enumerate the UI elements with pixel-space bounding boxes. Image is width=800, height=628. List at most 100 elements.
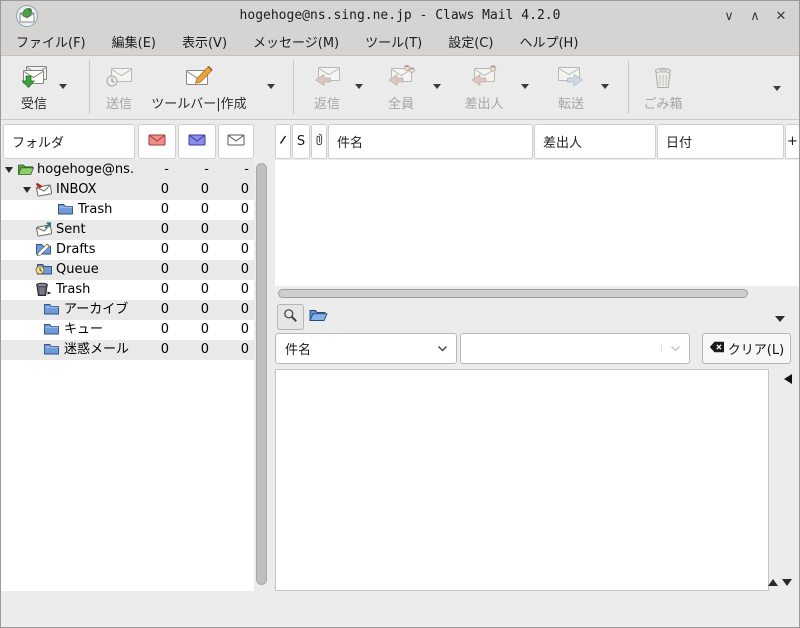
prev-message-arrow-icon[interactable] [768, 579, 778, 586]
maximize-button[interactable]: ∧ [747, 9, 763, 24]
unread-mail-icon [188, 134, 206, 150]
message-list-hscrollbar[interactable] [278, 289, 748, 298]
toolbar-reply-all-label: 全員 [387, 97, 414, 112]
subject-column-header[interactable]: 件名 [328, 124, 533, 159]
paperclip-icon [315, 133, 323, 150]
menubar: ファイル(F) 編集(E) 表示(V) メッセージ(M) ツール(T) 設定(C… [1, 31, 799, 56]
main-toolbar: 受信 送信 ツールバー|作成 返信 全員 差出人 転送 ごみ箱 [1, 56, 799, 120]
menu-tools[interactable]: ツール(T) [352, 31, 435, 56]
total-mail-column-header[interactable] [218, 124, 254, 159]
reply-sender-dropdown-arrow[interactable] [521, 84, 529, 89]
account-folder-icon [17, 162, 35, 177]
search-entry-combo[interactable] [460, 333, 690, 364]
toolbar-forward-button: 転送 [547, 62, 595, 112]
status-column-label: S [296, 134, 306, 149]
forward-icon [557, 62, 585, 90]
menu-help[interactable]: ヘルプ(H) [506, 31, 591, 56]
folder-row-junk[interactable]: 迷惑メール 0 0 0 [1, 340, 254, 360]
clear-search-button[interactable]: クリア(L) [702, 333, 791, 364]
compose-icon [184, 62, 214, 90]
get-mail-icon [20, 62, 48, 90]
menu-message[interactable]: メッセージ(M) [240, 31, 352, 56]
reply-dropdown-arrow[interactable] [355, 84, 363, 89]
reply-sender-icon [470, 62, 498, 90]
new-mail-column-header[interactable] [138, 124, 176, 159]
toolbar-compose-label: ツールバー|作成 [151, 97, 247, 112]
new-mail-icon [148, 134, 166, 150]
menu-file[interactable]: ファイル(F) [3, 31, 99, 56]
toolbar-compose-button[interactable]: ツールバー|作成 [147, 62, 251, 112]
collapse-view-arrow-icon[interactable] [784, 374, 792, 384]
toolbar-receive-button[interactable]: 受信 [9, 62, 59, 112]
message-view[interactable] [275, 369, 769, 591]
send-queue-icon [105, 62, 133, 90]
chevron-down-icon [428, 345, 456, 352]
quick-search-options-arrow[interactable] [775, 316, 785, 322]
expander-icon[interactable] [5, 167, 13, 173]
reply-all-dropdown-arrow[interactable] [433, 84, 441, 89]
folder-icon [43, 322, 60, 337]
toolbar-separator [89, 60, 90, 114]
toolbar-separator [628, 60, 629, 114]
receive-dropdown-arrow[interactable] [59, 84, 67, 89]
attachment-column-header[interactable] [311, 124, 327, 159]
folder-column-header[interactable]: フォルダ [3, 124, 135, 159]
folder-row-archive[interactable]: アーカイブ 0 0 0 [1, 300, 254, 320]
expander-icon[interactable] [23, 187, 31, 193]
toolbar-forward-label: 転送 [557, 97, 584, 112]
subject-column-label: 件名 [337, 136, 364, 151]
sent-icon [35, 222, 53, 237]
unread-mail-column-header[interactable] [178, 124, 216, 159]
close-button[interactable]: ✕ [773, 9, 789, 24]
menu-view[interactable]: 表示(V) [169, 31, 240, 56]
open-folder-icon[interactable] [308, 307, 328, 327]
statusbar: hogehoge@ns.sing.ne.jp [1, 591, 799, 627]
claws-mail-window: hogehoge@ns.sing.ne.jp - Claws Mail 4.2.… [0, 0, 800, 628]
reply-all-icon [387, 62, 415, 90]
search-type-combo[interactable]: 件名 [275, 333, 457, 364]
from-column-label: 差出人 [543, 136, 583, 151]
drafts-icon [35, 242, 52, 257]
from-column-header[interactable]: 差出人 [534, 124, 656, 159]
quick-search-toggle-button[interactable] [277, 304, 304, 330]
folder-row-inbox-trash[interactable]: Trash 0 0 0 [1, 200, 254, 220]
folder-row-drafts[interactable]: Drafts 0 0 0 [1, 240, 254, 260]
chevron-down-icon[interactable] [661, 345, 689, 352]
toolbar-reply-all-button: 全員 [379, 62, 423, 112]
menu-configuration[interactable]: 設定(C) [435, 31, 506, 56]
toolbar-reply-label: 返信 [313, 97, 340, 112]
forward-dropdown-arrow[interactable] [601, 84, 609, 89]
folder-column-label: フォルダ [12, 136, 65, 151]
folder-row-queue-jp[interactable]: キュー 0 0 0 [1, 320, 254, 340]
toolbar-trash-label: ごみ箱 [643, 97, 683, 112]
compose-dropdown-arrow[interactable] [267, 84, 275, 89]
toolbar-reply-sender-button: 差出人 [457, 62, 511, 112]
message-list-background [275, 160, 799, 286]
toolbar-separator [293, 60, 294, 114]
folder-row-queue[interactable]: Queue 0 0 0 [1, 260, 254, 280]
trash-icon [652, 62, 674, 90]
toolbar-overflow-arrow[interactable] [773, 86, 781, 91]
date-column-header[interactable]: 日付 [657, 124, 784, 159]
toolbar-send-label: 送信 [105, 97, 132, 112]
titlebar[interactable]: hogehoge@ns.sing.ne.jp - Claws Mail 4.2.… [1, 1, 799, 31]
toolbar-reply-sender-label: 差出人 [464, 97, 504, 112]
add-column-button[interactable]: + [785, 124, 799, 159]
toolbar-receive-label: 受信 [20, 97, 47, 112]
mark-column-header[interactable] [275, 124, 291, 159]
inbox-icon [35, 182, 53, 197]
menu-edit[interactable]: 編集(E) [99, 31, 169, 56]
folder-row-account[interactable]: hogehoge@ns. - - - [1, 160, 254, 180]
minimize-button[interactable]: ∨ [721, 9, 737, 24]
next-message-arrow-icon[interactable] [782, 579, 792, 586]
folder-row-trash[interactable]: Trash 0 0 0 [1, 280, 254, 300]
backspace-icon [709, 341, 725, 357]
window-title: hogehoge@ns.sing.ne.jp - Claws Mail 4.2.… [239, 8, 561, 23]
folder-row-inbox[interactable]: INBOX 0 0 0 [1, 180, 254, 200]
folder-row-sent[interactable]: Sent 0 0 0 [1, 220, 254, 240]
search-icon [283, 308, 298, 327]
search-type-value: 件名 [285, 343, 312, 358]
folder-pane-scrollbar[interactable] [256, 163, 267, 585]
status-column-header[interactable]: S [292, 124, 310, 159]
toolbar-trash-button: ごみ箱 [637, 62, 689, 112]
